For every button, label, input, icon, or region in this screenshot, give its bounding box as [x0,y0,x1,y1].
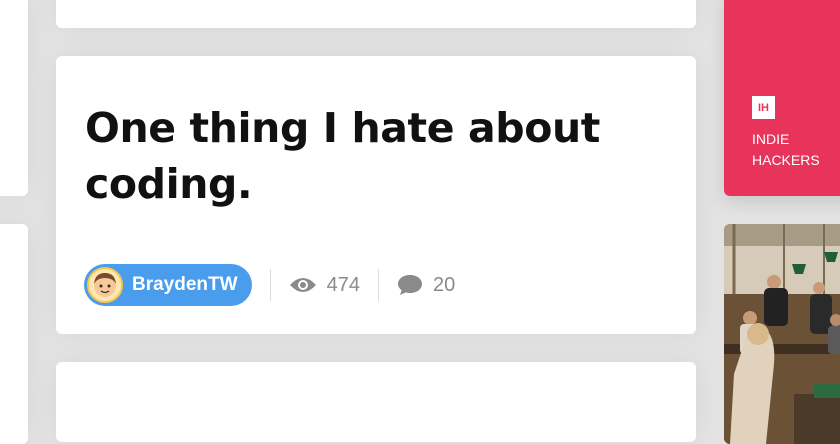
author-button[interactable]: BraydenTW [84,264,252,306]
feed-card-next[interactable] [56,362,696,442]
feed-card-partial-left[interactable] [0,0,28,196]
author-name: BraydenTW [132,274,238,295]
photo-card[interactable] [724,224,840,444]
post-meta: BraydenTW 474 20 [84,264,455,306]
comment-icon [397,275,422,295]
avatar-face-icon [94,273,116,297]
indie-hackers-card[interactable]: IH INDIE HACKERS [724,0,840,196]
brand-name: INDIE HACKERS [752,131,820,168]
post-title[interactable]: One thing I hate about coding. [85,100,645,212]
divider [269,269,271,301]
views-count: 474 [326,273,360,296]
divider [377,269,379,301]
eye-icon [289,278,316,292]
ih-logo: IH [752,96,775,119]
views-stat: 474 [289,274,360,297]
feed-card-previous[interactable] [56,0,696,28]
comments-count: 20 [432,273,456,296]
comments-stat[interactable]: 20 [397,273,455,297]
post-card[interactable]: One thing I hate about coding. BraydenTW [56,56,696,334]
cafe-photo-image [724,224,840,444]
feed-card-partial-left-lower[interactable] [0,224,28,444]
avatar [87,267,123,303]
